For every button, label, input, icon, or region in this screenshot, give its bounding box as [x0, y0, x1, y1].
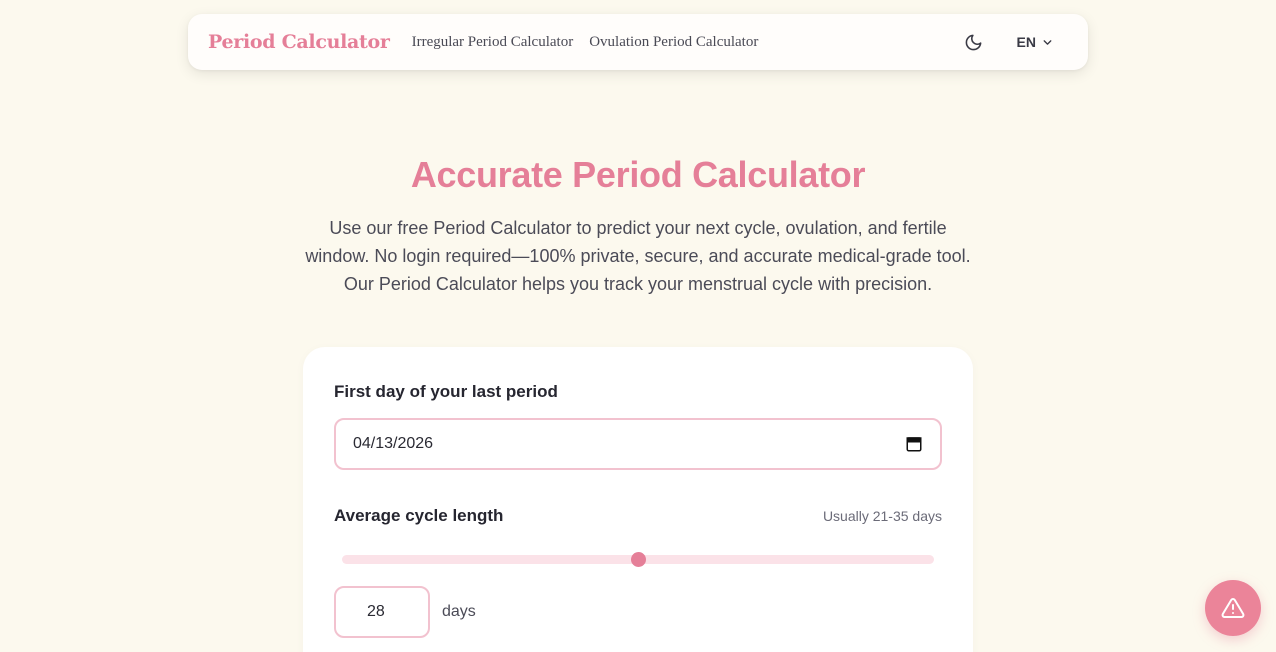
cycle-length-label: Average cycle length [334, 506, 504, 525]
last-period-label: First day of your last period [334, 382, 558, 401]
page: Period Calculator Irregular Period Calcu… [0, 0, 1276, 652]
cycle-length-input[interactable]: 28 [334, 586, 430, 638]
last-period-date-value: 04/13/2026 [353, 435, 434, 452]
calculator-card: First day of your last period 04/13/2026… [303, 347, 973, 652]
language-selector[interactable]: EN [1017, 34, 1054, 50]
nav-link-irregular[interactable]: Irregular Period Calculator [412, 34, 574, 51]
nav-link-ovulation[interactable]: Ovulation Period Calculator [589, 34, 758, 51]
theme-toggle-button[interactable] [957, 25, 991, 59]
navbar: Period Calculator Irregular Period Calcu… [188, 14, 1088, 70]
warning-triangle-icon [1221, 597, 1245, 618]
moon-icon [965, 34, 982, 50]
slider-thumb[interactable] [631, 552, 646, 567]
page-description: Use our free Period Calculator to predic… [305, 218, 971, 294]
calendar-icon[interactable] [905, 435, 923, 453]
report-issue-button[interactable] [1205, 580, 1261, 636]
cycle-length-slider[interactable] [342, 552, 934, 567]
language-label: EN [1016, 34, 1036, 50]
cycle-length-hint: Usually 21-35 days [822, 508, 942, 524]
brand-logo[interactable]: Period Calculator [208, 31, 390, 53]
chevron-down-icon [1043, 39, 1052, 45]
cycle-length-unit: days [442, 603, 476, 620]
last-period-date-input[interactable]: 04/13/2026 [334, 418, 942, 470]
page-title: Accurate Period Calculator [410, 154, 866, 195]
